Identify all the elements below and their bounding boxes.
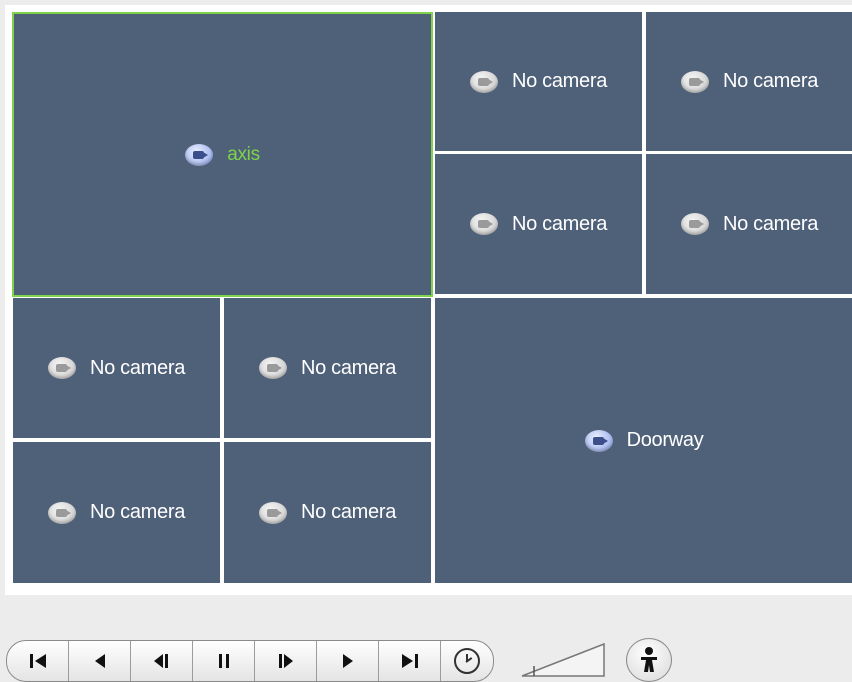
skip-to-start-icon (29, 654, 46, 668)
camera-icon (680, 213, 709, 235)
camera-icon (469, 213, 498, 235)
person-button[interactable] (626, 638, 672, 682)
volume-slider[interactable] (518, 640, 606, 680)
camera-label: No camera (511, 70, 608, 92)
camera-tile-empty[interactable]: No camera (435, 154, 642, 294)
step-back-icon (153, 654, 168, 668)
camera-label: No camera (89, 356, 186, 379)
camera-icon (584, 429, 613, 452)
pause-icon (218, 654, 229, 668)
camera-icon (185, 143, 214, 166)
last-frame-button[interactable] (379, 641, 441, 681)
time-button[interactable] (441, 641, 493, 681)
person-icon (641, 647, 657, 672)
previous-button[interactable] (69, 641, 131, 681)
camera-icon (469, 70, 498, 93)
step-forward-icon (278, 654, 293, 668)
camera-tile-empty[interactable]: No camera (13, 442, 220, 583)
camera-tile-empty[interactable]: No camera (13, 298, 220, 438)
camera-tile-empty[interactable]: No camera (435, 12, 642, 151)
camera-label: Doorway (626, 429, 704, 451)
camera-label: No camera (89, 501, 186, 523)
camera-label: axis (227, 143, 260, 165)
camera-tile-empty[interactable]: No camera (224, 298, 431, 438)
camera-grid: axis No camera No camera No camera No ca… (5, 5, 852, 595)
camera-label: No camera (511, 212, 608, 235)
camera-icon (680, 70, 709, 93)
step-forward-button[interactable] (255, 641, 317, 681)
camera-label: No camera (300, 501, 397, 523)
play-reverse-icon (94, 654, 105, 668)
camera-icon (47, 501, 76, 524)
skip-to-end-icon (401, 654, 418, 668)
pause-button[interactable] (193, 641, 255, 681)
camera-icon (258, 501, 287, 524)
camera-tile-empty[interactable]: No camera (646, 12, 852, 151)
camera-icon (47, 357, 76, 379)
camera-tile-empty[interactable]: No camera (646, 154, 852, 294)
camera-tile-axis[interactable]: axis (12, 12, 433, 297)
first-frame-button[interactable] (7, 641, 69, 681)
camera-label: No camera (300, 356, 397, 379)
clock-icon (454, 648, 480, 674)
camera-label: No camera (722, 70, 819, 92)
play-button[interactable] (317, 641, 379, 681)
camera-icon (258, 357, 287, 379)
camera-tile-empty[interactable]: No camera (224, 442, 431, 583)
play-icon (342, 654, 353, 668)
playback-controls (6, 640, 494, 682)
step-back-button[interactable] (131, 641, 193, 681)
camera-label: No camera (722, 212, 819, 235)
camera-tile-doorway[interactable]: Doorway (435, 298, 852, 583)
